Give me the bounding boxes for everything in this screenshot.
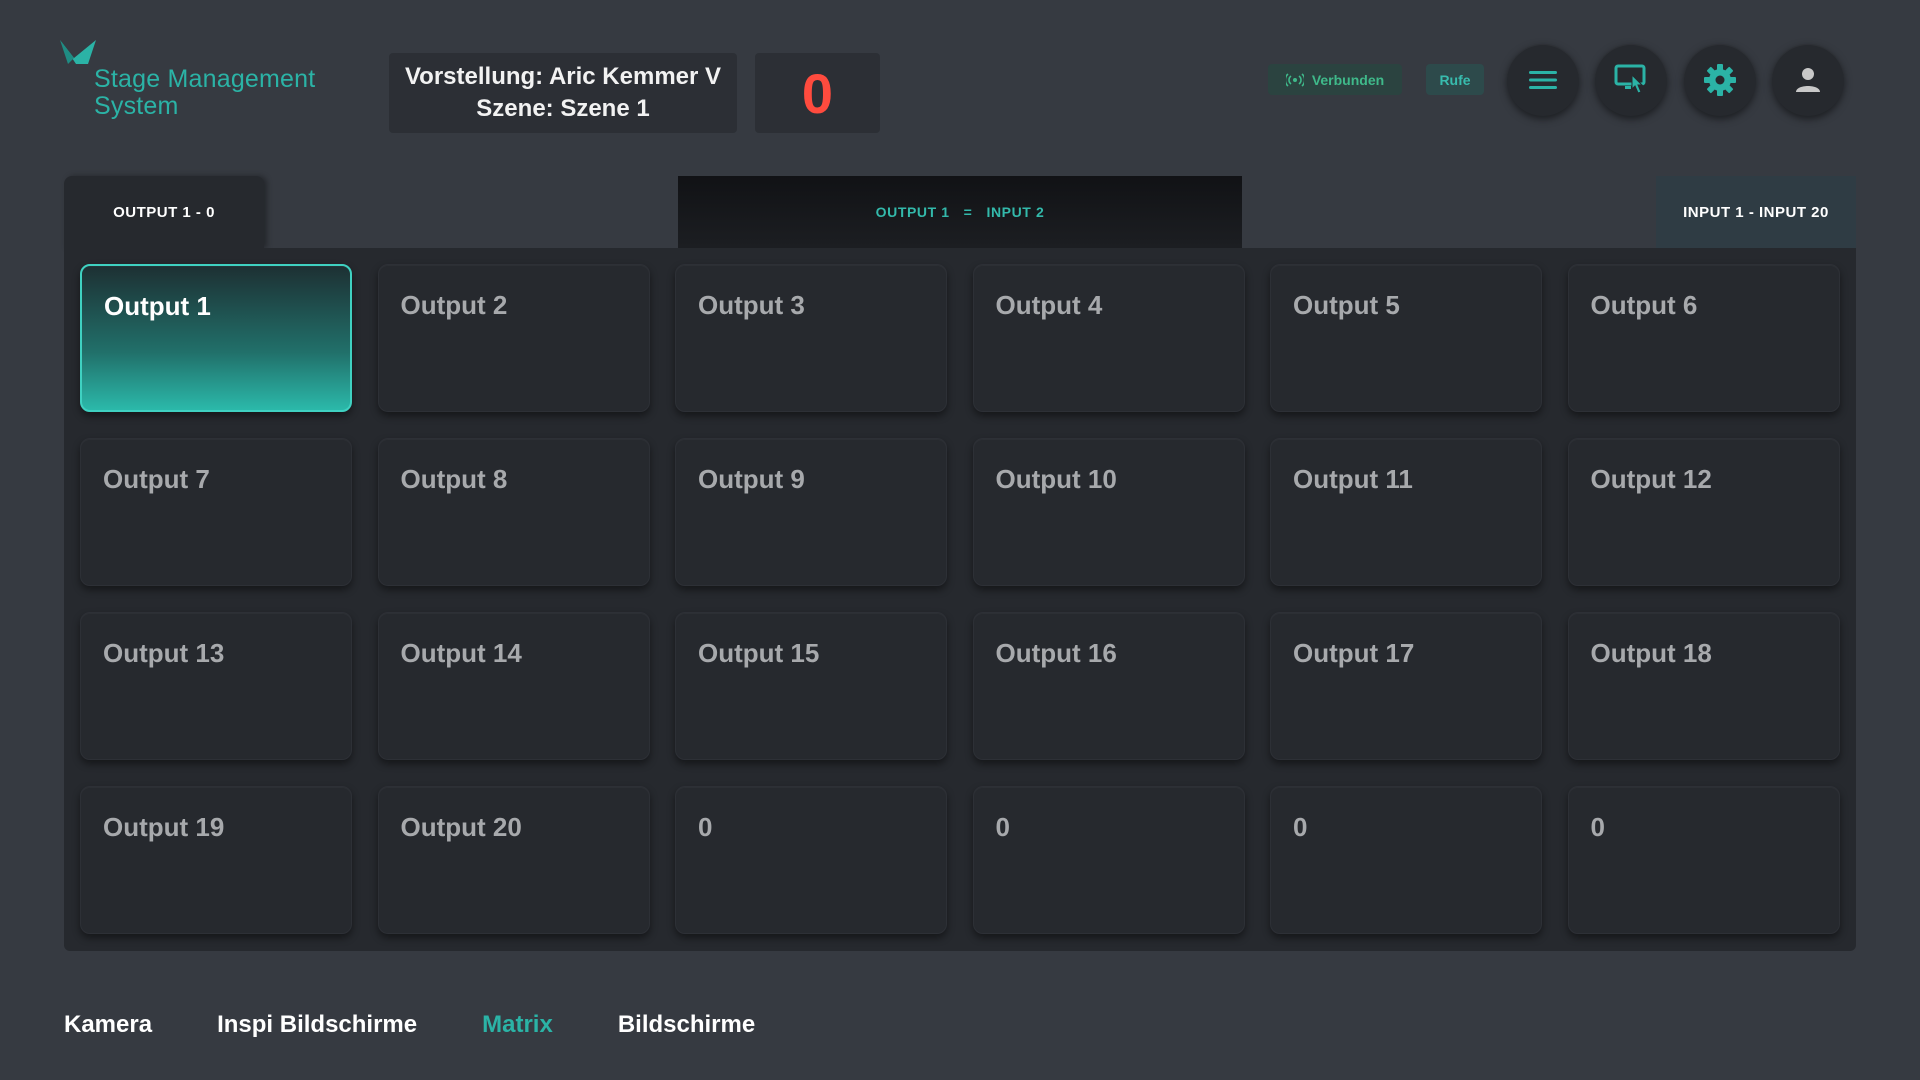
cue-counter: 0 <box>755 53 880 133</box>
nav-item-inspi-bildschirme[interactable]: Inspi Bildschirme <box>217 1011 417 1047</box>
show-title: Vorstellung: Aric Kemmer V <box>404 63 722 90</box>
output-cell-label: 0 <box>1590 812 1605 842</box>
output-cell[interactable]: Output 3 <box>675 264 947 412</box>
app-name-line2: System <box>94 92 179 120</box>
gear-icon <box>1704 64 1736 96</box>
output-cell[interactable]: Output 14 <box>377 612 650 760</box>
nav-item-matrix[interactable]: Matrix <box>482 1011 553 1047</box>
output-cell-label: Output 13 <box>103 638 225 668</box>
output-grid: Output 1 Output 2 Output 3 Output 4 Outp… <box>80 264 1840 934</box>
output-cell-label: Output 14 <box>400 638 522 668</box>
output-cell[interactable]: Output 16 <box>972 612 1245 760</box>
routing-output-label: OUTPUT 1 <box>875 204 950 220</box>
settings-button[interactable] <box>1684 44 1756 116</box>
broadcast-icon <box>1285 72 1304 87</box>
scene-title: Szene: Szene 1 <box>476 95 650 122</box>
output-cell[interactable]: Output 15 <box>675 612 947 760</box>
app-name-line1: Stage Management <box>94 65 316 93</box>
show-info: Vorstellung: Aric Kemmer V Szene: Szene … <box>389 53 737 133</box>
touch-screen-button[interactable] <box>1595 44 1667 116</box>
output-cell[interactable]: Output 8 <box>377 438 650 586</box>
output-cell[interactable]: 0 <box>972 786 1245 934</box>
output-cell-label: Output 4 <box>995 290 1103 320</box>
output-cell-label: Output 10 <box>995 464 1117 494</box>
output-cell[interactable]: Output 2 <box>377 264 650 412</box>
output-cell[interactable]: 0 <box>675 786 947 934</box>
output-cell-label: Output 19 <box>103 812 225 842</box>
output-cell[interactable]: Output 17 <box>1270 612 1542 760</box>
output-cell[interactable]: Output 7 <box>80 438 352 586</box>
output-cell[interactable]: Output 6 <box>1567 264 1840 412</box>
app-logo: Stage Management System <box>58 38 348 122</box>
output-cell[interactable]: 0 <box>1567 786 1840 934</box>
output-cell-label: Output 17 <box>1293 638 1415 668</box>
output-cell[interactable]: Output 18 <box>1567 612 1840 760</box>
output-cell-label: Output 2 <box>400 290 508 320</box>
bottom-nav: Kamera Inspi Bildschirme Matrix Bildschi… <box>64 1011 755 1047</box>
output-cell-label: Output 8 <box>400 464 508 494</box>
connection-status-badge: Verbunden <box>1268 64 1402 95</box>
output-cell-label: 0 <box>995 812 1010 842</box>
matrix-panel: Output 1 Output 2 Output 3 Output 4 Outp… <box>64 248 1856 951</box>
output-cell[interactable]: Output 20 <box>377 786 650 934</box>
output-cell-label: Output 20 <box>400 812 522 842</box>
output-cell[interactable]: Output 4 <box>972 264 1245 412</box>
menu-icon <box>1529 71 1557 89</box>
user-icon <box>1796 68 1820 92</box>
output-cell-label: Output 7 <box>103 464 210 494</box>
nav-item-kamera[interactable]: Kamera <box>64 1011 152 1047</box>
input-range-tab[interactable]: INPUT 1 - INPUT 20 <box>1656 176 1856 248</box>
menu-button[interactable] <box>1507 44 1579 116</box>
output-cell[interactable]: Output 13 <box>80 612 352 760</box>
output-cell[interactable]: Output 1 <box>80 264 352 412</box>
output-cell-label: Output 6 <box>1590 290 1698 320</box>
output-cell-label: Output 3 <box>698 290 805 320</box>
output-cell-label: Output 15 <box>698 638 820 668</box>
nav-item-bildschirme[interactable]: Bildschirme <box>618 1011 755 1047</box>
output-cell-label: Output 16 <box>995 638 1117 668</box>
output-cell[interactable]: Output 9 <box>675 438 947 586</box>
output-cell-label: Output 18 <box>1590 638 1712 668</box>
calls-button[interactable]: Rufe <box>1426 64 1484 95</box>
output-cell[interactable]: Output 11 <box>1270 438 1542 586</box>
touch-screen-icon <box>1614 64 1646 94</box>
output-cell-label: Output 11 <box>1293 464 1413 494</box>
app-name: Stage Management System <box>94 66 315 120</box>
output-cell-label: 0 <box>698 812 713 842</box>
output-cell-label: Output 1 <box>104 291 211 321</box>
output-cell[interactable]: Output 12 <box>1567 438 1840 586</box>
output-cell-label: 0 <box>1293 812 1308 842</box>
connection-status-label: Verbunden <box>1311 71 1385 88</box>
logo-mark-icon <box>60 40 96 64</box>
routing-input-label: INPUT 2 <box>986 204 1045 220</box>
user-button[interactable] <box>1772 44 1844 116</box>
output-cell-label: Output 5 <box>1293 290 1400 320</box>
routing-equals-sign: = <box>963 204 973 220</box>
output-cell[interactable]: Output 5 <box>1270 264 1542 412</box>
output-cell-label: Output 12 <box>1590 464 1712 494</box>
output-cell[interactable]: Output 19 <box>80 786 352 934</box>
output-range-tab[interactable]: OUTPUT 1 - 0 <box>64 176 264 248</box>
output-cell[interactable]: 0 <box>1270 786 1542 934</box>
output-cell-label: Output 9 <box>698 464 805 494</box>
current-routing-display: OUTPUT 1 = INPUT 2 <box>678 176 1242 248</box>
output-cell[interactable]: Output 10 <box>972 438 1245 586</box>
